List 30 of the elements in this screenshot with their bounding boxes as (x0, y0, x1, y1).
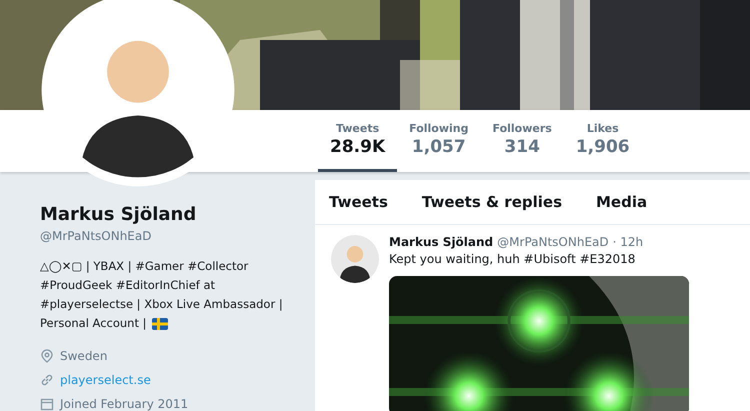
stat-tab[interactable]: Following 1,057 (397, 110, 480, 172)
stat-label: Followers (492, 122, 552, 135)
profile-name: Markus Sjöland (40, 204, 198, 225)
timeline-tab[interactable]: Media (596, 193, 648, 211)
stat-tab[interactable]: Tweets 28.9K (318, 110, 398, 172)
location-icon (40, 349, 54, 363)
stat-label: Tweets (336, 122, 380, 135)
stat-label: Likes (586, 122, 619, 135)
flag-icon (152, 318, 168, 330)
profile-bio: △◯✕▢ | YBAX | #Gamer #Collector #ProudGeek #EditorInChief at #playerselectse | Xbox Live Ambassador | (40, 259, 283, 311)
link-icon (40, 373, 54, 387)
tweet-text: Kept you waiting, huh #Ubisoft #E32018 (389, 252, 636, 266)
profile-bio: Personal Account | (40, 315, 147, 332)
profile-handle: @MrPaNtsONhEaD (40, 229, 152, 243)
stat-label: Following (409, 122, 468, 135)
stat-value: 1,906 (576, 137, 630, 157)
timeline-tab[interactable]: Tweets & replies (422, 193, 562, 211)
tweet-time: · 12h (612, 235, 644, 249)
stat-value: 1,057 (412, 137, 466, 157)
joined-text: Joined February 2011 (60, 397, 188, 411)
avatar-icon (331, 235, 379, 283)
stat-value: 314 (504, 137, 540, 157)
location-text: Sweden (60, 349, 108, 363)
tweet-author: Markus Sjöland (389, 235, 494, 249)
stat-tab[interactable]: Followers 314 (480, 110, 564, 172)
stat-value: 28.9K (330, 137, 386, 157)
calendar-icon (40, 397, 54, 411)
tweet-handle: @MrPaNtsONhEaD (497, 235, 609, 249)
stat-tab[interactable]: Likes 1,906 (564, 110, 642, 172)
timeline-tab[interactable]: Tweets (329, 193, 388, 211)
